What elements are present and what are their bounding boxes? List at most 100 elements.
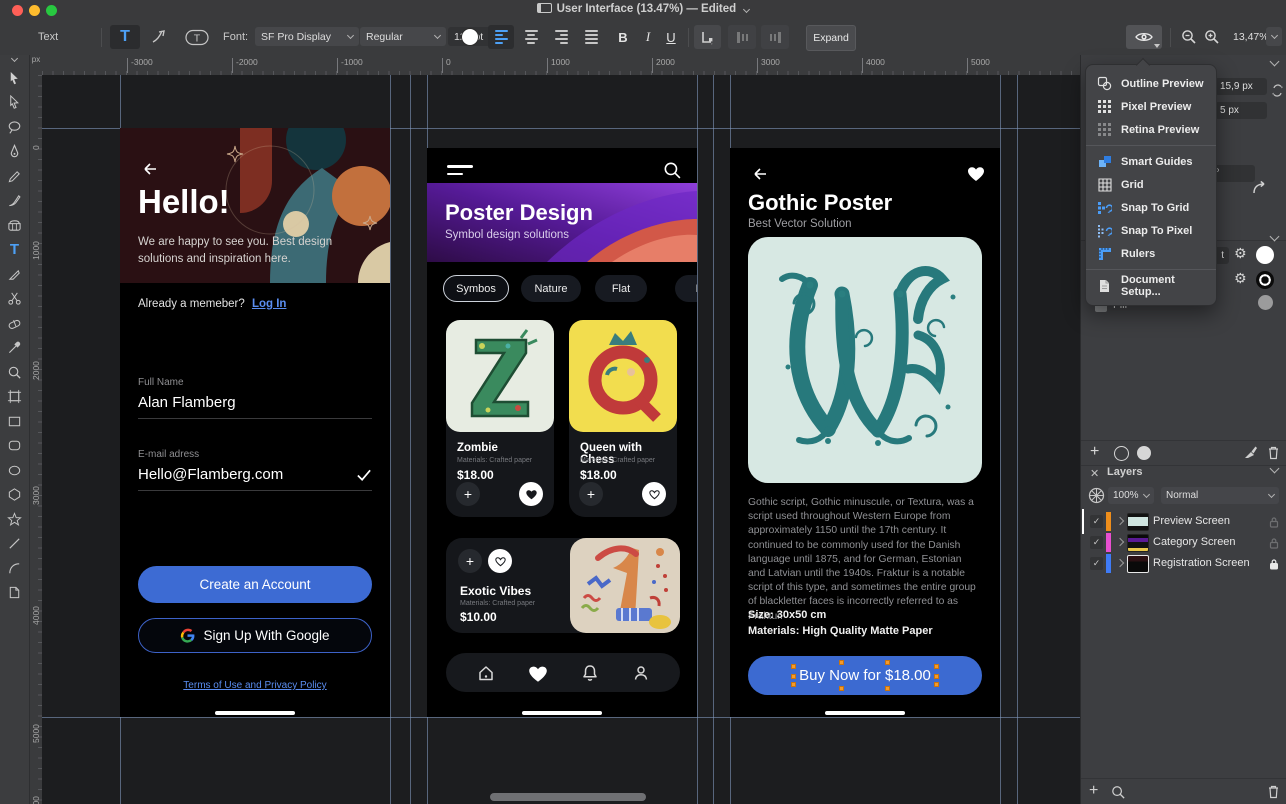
menu-item-pixel-preview[interactable]: Pixel Preview <box>1086 95 1216 118</box>
menu-item-rulers[interactable]: Rulers <box>1086 242 1216 265</box>
favorite-button[interactable] <box>488 549 512 573</box>
selection-handle[interactable] <box>791 674 796 679</box>
horizontal-ruler[interactable]: -3000 -2000 -1000 0 1000 2000 3000 4000 … <box>42 55 1080 76</box>
hamburger-menu-icon[interactable] <box>447 165 473 175</box>
layer-row-preview-screen[interactable]: ✓ Preview Screen <box>1081 511 1286 532</box>
rounded-rectangle-tool[interactable] <box>6 437 23 454</box>
guide-vertical[interactable] <box>713 75 714 804</box>
text-color-swatch[interactable] <box>462 29 478 45</box>
selection-handle[interactable] <box>791 682 796 687</box>
chip-flat[interactable]: Flat <box>595 275 647 302</box>
artboard-registration-screen[interactable]: Hello! We are happy to see you. Best des… <box>120 128 390 717</box>
layer-thumbnail[interactable] <box>1127 513 1149 531</box>
align-right-button[interactable] <box>548 25 574 49</box>
layer-visibility-checkbox[interactable]: ✓ <box>1090 557 1103 570</box>
layer-expand-chevron-icon[interactable] <box>1116 517 1124 525</box>
expand-button[interactable]: Expand <box>806 25 856 51</box>
heart-filled-icon[interactable] <box>966 164 986 182</box>
guide-vertical[interactable] <box>1017 75 1018 804</box>
polygon-tool[interactable] <box>6 486 23 503</box>
artistic-text-tool-button[interactable] <box>144 25 174 49</box>
paragraph-spacing-before-button[interactable] <box>728 25 756 49</box>
selection-handle[interactable] <box>791 664 796 669</box>
selection-handle[interactable] <box>934 674 939 679</box>
opacity-dropdown[interactable]: 100% <box>1108 487 1154 504</box>
guide-vertical[interactable] <box>1000 75 1001 804</box>
eraser-tool[interactable] <box>6 315 23 332</box>
opacity-wheel-icon[interactable] <box>1088 487 1105 504</box>
frame-tool[interactable] <box>6 388 23 405</box>
selection-handle[interactable] <box>934 682 939 687</box>
profile-icon[interactable] <box>631 663 651 683</box>
line-tool[interactable] <box>6 535 23 552</box>
google-signup-button[interactable]: Sign Up With Google <box>138 618 372 653</box>
layer-expand-chevron-icon[interactable] <box>1116 559 1124 567</box>
menu-item-retina-preview[interactable]: Retina Preview <box>1086 118 1216 141</box>
gear-icon[interactable]: ⚙ <box>1234 271 1247 287</box>
search-layers-icon[interactable] <box>1111 785 1126 800</box>
swatch-gray[interactable] <box>1258 295 1273 310</box>
zoom-preset-dropdown[interactable] <box>1266 27 1282 46</box>
layer-row-category-screen[interactable]: ✓ Category Screen <box>1081 532 1286 553</box>
stroke-swatch-black[interactable] <box>1256 271 1274 289</box>
selection-handle[interactable] <box>839 660 844 665</box>
node-tool[interactable] <box>6 94 23 111</box>
selection-handle[interactable] <box>934 664 939 669</box>
full-name-input[interactable]: Alan Flamberg <box>138 394 236 411</box>
selection-handle[interactable] <box>839 686 844 691</box>
layer-visibility-checkbox[interactable]: ✓ <box>1090 515 1103 528</box>
buy-now-button[interactable]: Buy Now for $18.00 <box>748 656 982 695</box>
chip-partial[interactable]: F <box>675 275 697 302</box>
scissors-tool[interactable] <box>6 290 23 307</box>
color-picker-tool[interactable] <box>6 339 23 356</box>
guide-horizontal[interactable] <box>42 717 1080 718</box>
shear-arrow-icon[interactable] <box>1251 179 1268 196</box>
arc-tool[interactable] <box>6 560 23 577</box>
align-left-button[interactable] <box>488 25 514 49</box>
back-arrow-icon[interactable] <box>752 166 768 182</box>
login-link[interactable]: Log In <box>252 298 287 310</box>
font-family-dropdown[interactable]: SF Pro Display <box>255 27 359 46</box>
layer-name[interactable]: Category Screen <box>1153 536 1236 548</box>
menu-item-snap-to-grid[interactable]: Snap To Grid <box>1086 196 1216 219</box>
product-card-exotic-vibes[interactable]: + Exotic Vibes Materials: Crafted paper … <box>446 538 680 633</box>
guide-vertical[interactable] <box>697 75 698 804</box>
favorite-button[interactable] <box>519 482 543 506</box>
tools-collapse-chevron-icon[interactable] <box>11 55 18 62</box>
menu-item-outline-preview[interactable]: Outline Preview <box>1086 72 1216 95</box>
close-panel-icon[interactable]: ✕ <box>1090 467 1099 480</box>
selection-handle[interactable] <box>885 686 890 691</box>
menu-item-grid[interactable]: Grid <box>1086 173 1216 196</box>
layer-thumbnail[interactable] <box>1127 534 1149 552</box>
create-account-button[interactable]: Create an Account <box>138 566 372 603</box>
lock-icon[interactable] <box>1269 558 1279 570</box>
add-to-cart-button[interactable]: + <box>579 482 603 506</box>
product-card-queen[interactable]: Queen with Chess Materials: Crafted pape… <box>569 320 677 517</box>
lasso-tool[interactable] <box>6 119 23 136</box>
artboard-preview-screen[interactable]: Gothic Poster Best Vector Solution <box>730 148 1000 717</box>
link-dimensions-icon[interactable] <box>1271 83 1284 98</box>
layer-color-tag[interactable] <box>1106 512 1111 531</box>
layer-thumbnail[interactable] <box>1127 555 1149 573</box>
font-style-dropdown[interactable]: Regular <box>360 27 446 46</box>
email-input[interactable]: Hello@Flamberg.com <box>138 466 283 483</box>
transform-width-field[interactable]: 15,9 px <box>1215 78 1267 95</box>
guide-vertical[interactable] <box>410 75 411 804</box>
gothic-letter-artwork[interactable] <box>748 237 982 483</box>
layer-name[interactable]: Registration Screen <box>1153 557 1250 569</box>
layer-color-tag[interactable] <box>1106 533 1111 552</box>
zoom-tool[interactable] <box>6 364 23 381</box>
align-justify-button[interactable] <box>578 25 604 49</box>
gear-icon[interactable]: ⚙ <box>1234 246 1247 262</box>
filled-circle-swatch-icon[interactable] <box>1137 446 1151 460</box>
pencil-tool[interactable] <box>6 168 23 185</box>
selected-text-object[interactable]: Buy Now for $18.00 <box>799 667 931 684</box>
zoom-in-button[interactable] <box>1200 25 1224 49</box>
text-tool-button[interactable]: T <box>110 25 140 49</box>
canvas-horizontal-scrollbar[interactable] <box>490 793 646 801</box>
chip-symbos[interactable]: Symbos <box>443 275 509 302</box>
transform-height-field[interactable]: 5 px <box>1215 102 1267 119</box>
lock-icon[interactable] <box>1269 516 1279 528</box>
blend-mode-dropdown[interactable]: Normal <box>1161 487 1279 504</box>
bold-button[interactable]: B <box>612 25 634 49</box>
